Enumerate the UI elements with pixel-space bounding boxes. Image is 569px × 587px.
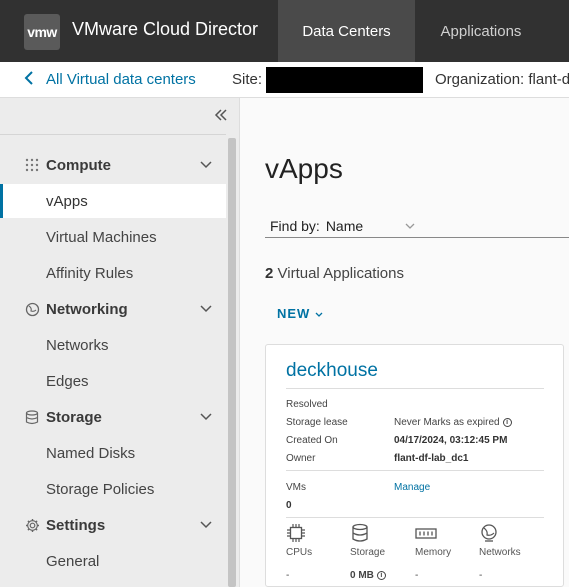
tab-data-centers[interactable]: Data Centers [278,0,415,62]
sidebar-item-virtual-machines[interactable]: Virtual Machines [0,220,226,254]
owner-value: flant-df-lab_dc1 [394,453,469,464]
find-by-select[interactable]: Find by: Name [265,214,569,238]
sidebar-group-storage[interactable]: Storage [0,402,226,432]
cpus-value: - [286,570,290,581]
storage-lease-value: Never Marks as expired i [394,417,512,428]
sidebar-group-compute[interactable]: Compute [0,150,226,180]
vapp-count: 2 Virtual Applications [265,265,404,282]
sidebar-group-settings[interactable]: Settings [0,510,226,540]
globe-icon [24,301,40,317]
card-divider [286,517,544,518]
vmware-logo[interactable]: vmw [24,14,60,50]
app-title: VMware Cloud Director [72,19,259,39]
back-link-label: All Virtual data centers [46,71,196,88]
sidebar-item-storage-policies[interactable]: Storage Policies [0,472,226,506]
sidebar-group-label: Settings [46,516,106,534]
sidebar-item-vapps[interactable]: vApps [0,184,226,218]
chevron-down-icon [315,306,323,321]
database-icon [24,409,40,425]
new-button-label: NEW [277,306,311,321]
storage-value-text: 0 MB [350,570,374,581]
sidebar-item-edges[interactable]: Edges [0,364,226,398]
gear-icon [24,517,40,533]
sidebar-group-label: Storage [46,408,102,426]
top-header: vmw VMware Cloud Director Data Centers A… [0,0,569,62]
chevron-down-icon [200,410,212,424]
vapp-card: deckhouse Resolved Storage lease Never M… [265,344,564,587]
networks-value: - [479,570,483,581]
new-button[interactable]: NEW [277,306,323,321]
sidebar-item-networks[interactable]: Networks [0,328,226,362]
card-divider [286,470,544,471]
resource-networks: Networks [479,523,539,558]
tab-applications[interactable]: Applications [415,0,547,62]
chevron-down-icon [200,302,212,316]
info-icon[interactable]: i [376,570,386,580]
cpu-icon [286,523,308,545]
vapp-count-label: Virtual Applications [277,265,404,282]
sidebar-item-affinity-rules[interactable]: Affinity Rules [0,256,226,290]
site-selector-redacted[interactable] [266,67,423,93]
organization-label: Organization: flant-d [435,71,569,88]
memory-value: - [415,570,419,581]
resource-cpus: CPUs [286,523,346,558]
vms-value: 0 [286,500,292,511]
card-divider [286,388,544,389]
created-on-value: 04/17/2024, 03:12:45 PM [394,435,508,446]
context-bar: All Virtual data centers Site: Organizat… [0,62,569,98]
status-label: Resolved [286,399,328,410]
back-link[interactable]: All Virtual data centers [24,71,196,88]
grid-icon [24,157,40,173]
storage-value: 0 MB i [350,570,386,581]
sidebar-item-named-disks[interactable]: Named Disks [0,436,226,470]
sidebar-group-networking[interactable]: Networking [0,294,226,324]
vms-label: VMs [286,482,306,493]
network-icon [479,523,501,545]
storage-icon [350,523,372,545]
chevron-down-icon [200,158,212,172]
resource-memory: Memory [415,523,475,558]
resource-storage: Storage [350,523,410,558]
created-on-label: Created On [286,435,338,446]
site-label: Site: [232,71,263,88]
sidebar: Compute vApps Virtual Machines Affinity … [0,98,240,587]
sidebar-group-label: Compute [46,156,111,174]
sidebar-item-general[interactable]: General [0,544,226,578]
owner-label: Owner [286,453,316,464]
collapse-sidebar-icon[interactable] [214,106,228,127]
vapp-count-number: 2 [265,265,274,282]
storage-lease-text: Never Marks as expired [394,417,500,428]
sidebar-scrollbar[interactable] [228,138,236,587]
memory-icon [415,523,437,545]
storage-lease-label: Storage lease [286,417,348,428]
page-title: vApps [265,153,343,184]
vapp-card-title[interactable]: deckhouse [286,360,378,382]
chevron-down-icon [405,220,415,232]
resource-label: CPUs [286,547,313,558]
resource-label: Storage [350,547,386,558]
main-content: vApps Find by: Name 2 Virtual Applicatio… [241,98,569,587]
chevron-down-icon [200,518,212,532]
find-by-label: Find by: [270,217,320,234]
resource-label: Networks [479,547,521,558]
sidebar-group-label: Networking [46,300,128,318]
manage-link[interactable]: Manage [394,482,430,493]
resource-label: Memory [415,547,452,558]
find-by-value: Name [325,217,364,234]
sidebar-divider [0,134,226,135]
chevron-left-icon [24,71,34,88]
info-icon[interactable]: i [502,417,512,427]
